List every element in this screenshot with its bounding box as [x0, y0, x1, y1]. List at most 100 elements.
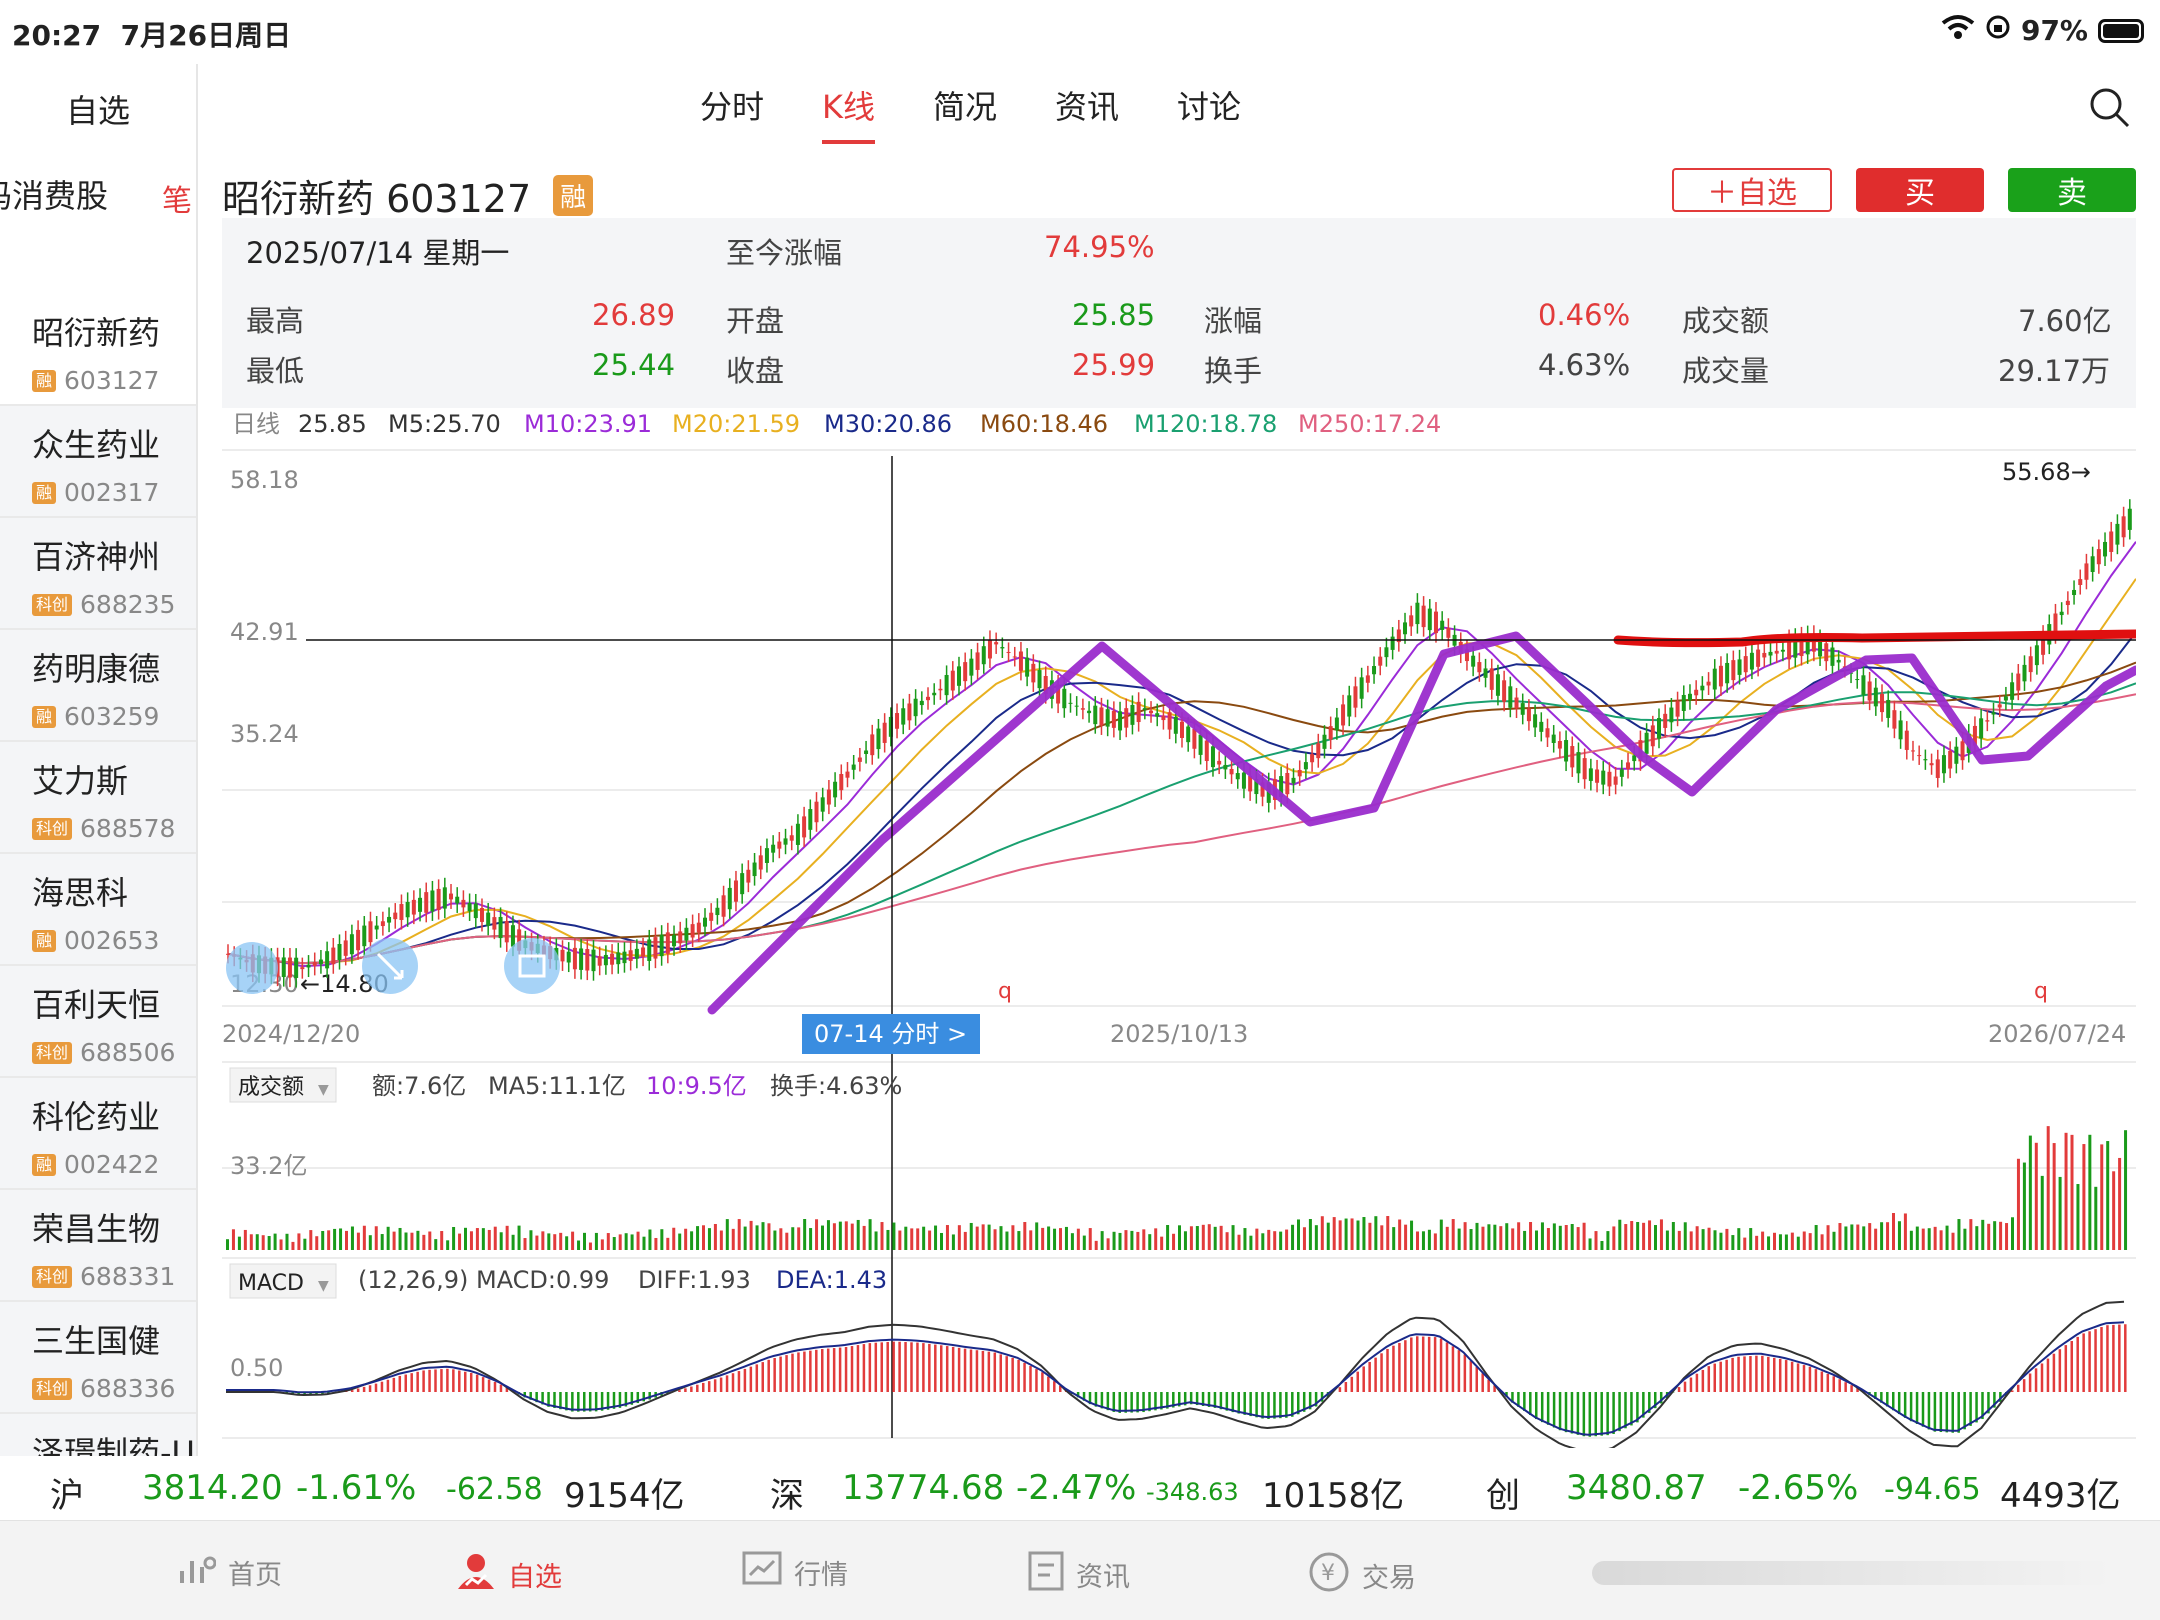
nav-market[interactable]: 行情 [742, 1551, 848, 1594]
volume-bar [321, 1231, 325, 1250]
candle-body [758, 855, 763, 870]
sell-button[interactable]: 卖 [2008, 168, 2136, 212]
candle-body [1917, 755, 1922, 757]
stock-badge: 融 [32, 369, 57, 392]
volume-bar [1749, 1228, 1753, 1250]
watchlist-item[interactable]: 百济神州 科创 688235 [0, 518, 196, 630]
macd-bar [755, 1364, 759, 1392]
volume-bar [1677, 1230, 1681, 1250]
nav-trade[interactable]: ¥ 交易 [1308, 1551, 1416, 1600]
buy-button[interactable]: 买 [1856, 168, 1984, 212]
volume-bar [499, 1232, 503, 1250]
draw-tool-icon[interactable] [504, 938, 560, 994]
candle-body [1824, 643, 1829, 662]
candle-body [430, 890, 435, 912]
macd-bar [1820, 1371, 1824, 1392]
watchlist-header[interactable]: 自选 [0, 64, 196, 154]
stock-badge: 科创 [32, 1265, 73, 1288]
volume-bar [1481, 1226, 1485, 1250]
watchlist-category[interactable]: 码消费股 笔 [0, 154, 196, 234]
candle-body [969, 658, 974, 676]
volume-bar [749, 1220, 753, 1250]
kline-chart-area[interactable]: 日线 25.85 M5:25.70 M10:23.91 M20:21.59 M3… [222, 408, 2141, 1453]
candle-body [380, 921, 385, 927]
volume-bar [779, 1228, 783, 1250]
tab-news[interactable]: 资讯 [1055, 82, 1119, 144]
volume-bar [725, 1219, 729, 1250]
macd-bar [1546, 1392, 1550, 1425]
macd-bar [725, 1375, 729, 1392]
volume-bar [850, 1223, 854, 1250]
intraday-link-label[interactable]: 07-14 分时 > [814, 1020, 967, 1048]
svg-text:¥: ¥ [1321, 1561, 1335, 1586]
macd-bar [368, 1385, 372, 1392]
nav-news[interactable]: 资讯 [1028, 1551, 1130, 1598]
nav-watchlist[interactable]: 自选 [456, 1551, 562, 1598]
volume-bar [761, 1222, 765, 1250]
zoom-out-icon[interactable] [226, 942, 278, 994]
stock-code: 002422 [64, 1150, 160, 1179]
volume-bar [1017, 1231, 1021, 1250]
macd-bar [398, 1375, 402, 1392]
watchlist-item[interactable]: 药明康德融 603259 [0, 630, 196, 742]
volume-bar [1320, 1216, 1324, 1250]
volume-bar [1118, 1232, 1122, 1250]
candle-body [325, 951, 330, 969]
watchlist-item[interactable]: 荣昌生物 科创 688331 [0, 1190, 196, 1302]
macd-tick: 0.50 [230, 1354, 283, 1382]
index-ticker[interactable]: 沪 3814.20 -1.61% -62.58 9154亿 深 13774.68… [0, 1456, 2160, 1520]
watchlist-item[interactable]: 百利天恒 科创 688506 [0, 966, 196, 1078]
macd-bar [1778, 1358, 1782, 1392]
volume-bar [1654, 1225, 1657, 1250]
macd-bar [1594, 1392, 1597, 1437]
volume-bar [1070, 1233, 1074, 1250]
macd-bar [1380, 1353, 1383, 1392]
volume-bar [1606, 1231, 1610, 1250]
tab-kline[interactable]: K线 [822, 82, 876, 144]
volume-bar [2100, 1144, 2104, 1250]
category-edit-icon[interactable]: 笔 [162, 176, 192, 220]
macd-bar [1475, 1367, 1478, 1392]
watchlist-item[interactable]: 科伦药业融 002422 [0, 1078, 196, 1190]
volume-bar [1874, 1228, 1878, 1250]
candle-body [1217, 760, 1222, 765]
macd-bar [838, 1347, 842, 1392]
watchlist-item[interactable]: 泽璟制药-U [0, 1414, 196, 1456]
volume-bar [1368, 1222, 1372, 1250]
macd-bar [1773, 1357, 1776, 1392]
tab-discussion[interactable]: 讨论 [1177, 82, 1241, 144]
search-icon[interactable] [2088, 86, 2130, 128]
watchlist-item[interactable]: 众生药业融 002317 [0, 406, 196, 518]
volume-bar [1778, 1234, 1782, 1250]
watchlist-item[interactable]: 三生国健 科创 688336 [0, 1302, 196, 1414]
candle-body [1873, 687, 1878, 707]
candle-body [597, 956, 602, 966]
candle-body [1675, 701, 1680, 717]
volume-bar [416, 1230, 420, 1250]
tab-intraday[interactable]: 分时 [700, 82, 764, 144]
volume-bar [2005, 1223, 2009, 1250]
volume-bar [856, 1219, 860, 1250]
candle-body [579, 948, 584, 970]
nav-home[interactable]: 首页 [176, 1551, 282, 1594]
macd-bar [862, 1344, 866, 1392]
watchlist-item[interactable]: 海思科融 002653 [0, 854, 196, 966]
candle-body [1712, 668, 1717, 690]
candle-body [1359, 677, 1364, 699]
candle-body [566, 951, 571, 963]
add-watchlist-button[interactable]: ＋自选 [1672, 168, 1832, 212]
candle-body [1681, 694, 1686, 711]
volume-bar [303, 1238, 307, 1250]
volume-bar [1285, 1229, 1289, 1250]
volume-bar [517, 1225, 521, 1250]
watchlist-item[interactable]: 昭衍新药融 603127 [0, 294, 196, 406]
macd-bar [1404, 1340, 1407, 1392]
watchlist-item[interactable]: 艾力斯 科创 688578 [0, 742, 196, 854]
tab-profile[interactable]: 简况 [933, 82, 997, 144]
volume-bar [797, 1227, 801, 1250]
candle-body [1700, 685, 1705, 691]
volume-bar [1999, 1221, 2003, 1250]
candle-body [1124, 708, 1129, 728]
macd-bar [874, 1342, 878, 1392]
candle-body [424, 892, 429, 913]
